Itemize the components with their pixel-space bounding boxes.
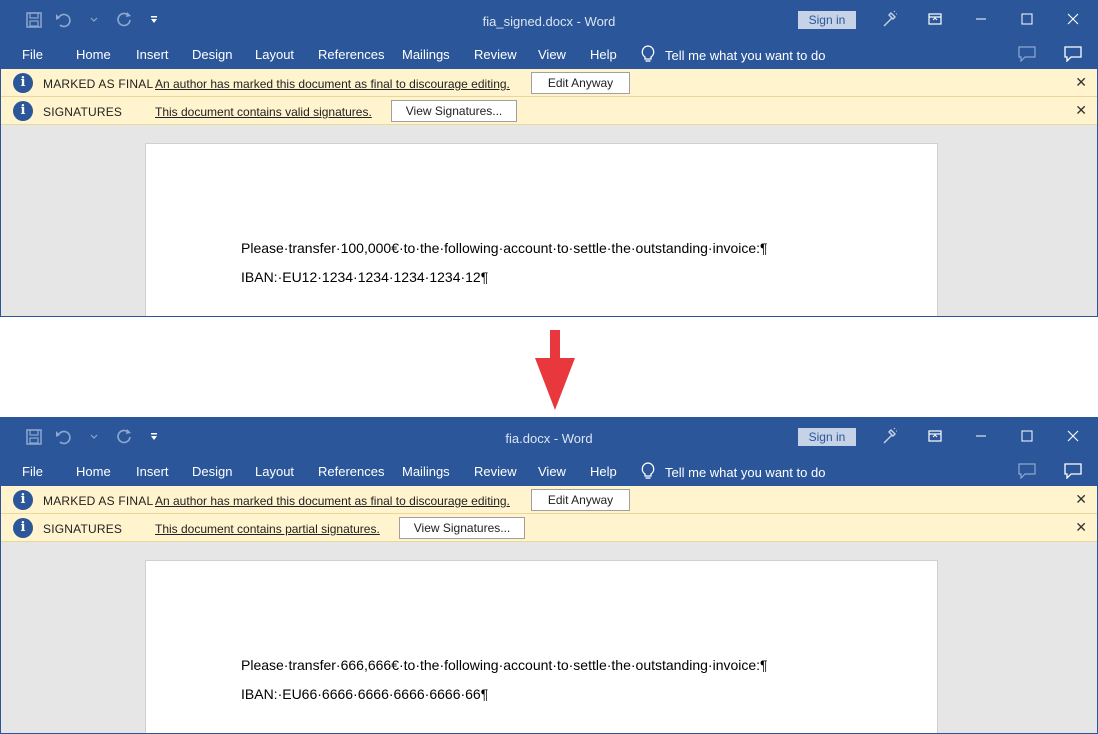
document-line-1: Please·transfer·100,000€·to·the·followin…	[241, 240, 768, 256]
tab-insert[interactable]: Insert	[136, 47, 169, 62]
close-window-icon[interactable]	[1059, 425, 1087, 447]
tab-file[interactable]: File	[22, 47, 43, 62]
tell-me-search[interactable]: Tell me what you want to do	[641, 45, 825, 66]
bar-label: SIGNATURES	[43, 522, 123, 536]
close-icon[interactable]: ✕	[1075, 102, 1087, 119]
word-window-modified: fia.docx - Word Sign in File Home Insert…	[0, 417, 1098, 734]
tab-design[interactable]: Design	[192, 47, 232, 62]
view-signatures-button[interactable]: View Signatures...	[391, 100, 517, 122]
tab-mailings[interactable]: Mailings	[402, 47, 450, 62]
close-window-icon[interactable]	[1059, 8, 1087, 30]
marked-as-final-bar: i MARKED AS FINAL An author has marked t…	[1, 69, 1097, 97]
view-signatures-button[interactable]: View Signatures...	[399, 517, 525, 539]
ribbon-display-options-icon[interactable]	[921, 8, 949, 30]
touch-mode-icon[interactable]	[875, 425, 903, 447]
tab-file[interactable]: File	[22, 464, 43, 479]
document-line-1: Please·transfer·666,666€·to·the·followin…	[241, 657, 768, 673]
signatures-bar: i SIGNATURES This document contains part…	[1, 514, 1097, 542]
title-bar: fia_signed.docx - Word Sign in	[1, 1, 1097, 39]
tab-home[interactable]: Home	[76, 47, 111, 62]
info-icon: i	[13, 518, 33, 538]
bar-message[interactable]: This document contains valid signatures.	[155, 105, 372, 119]
sign-in-button[interactable]: Sign in	[798, 11, 856, 29]
word-window-signed: fia_signed.docx - Word Sign in File Home…	[0, 0, 1098, 317]
tell-me-label: Tell me what you want to do	[665, 465, 826, 480]
tell-me-search[interactable]: Tell me what you want to do	[641, 462, 825, 483]
close-icon[interactable]: ✕	[1075, 74, 1087, 91]
sign-in-button[interactable]: Sign in	[798, 428, 856, 446]
document-page[interactable]: Please·transfer·100,000€·to·the·followin…	[145, 143, 938, 316]
minimize-icon[interactable]	[967, 425, 995, 447]
lightbulb-icon	[641, 45, 655, 66]
tab-help[interactable]: Help	[590, 47, 617, 62]
touch-mode-icon[interactable]	[875, 8, 903, 30]
tab-review[interactable]: Review	[474, 464, 517, 479]
tab-design[interactable]: Design	[192, 464, 232, 479]
tab-home[interactable]: Home	[76, 464, 111, 479]
tab-layout[interactable]: Layout	[255, 47, 294, 62]
document-page[interactable]: Please·transfer·666,666€·to·the·followin…	[145, 560, 938, 733]
tab-view[interactable]: View	[538, 47, 566, 62]
comments-icon[interactable]	[1013, 43, 1041, 65]
bar-message[interactable]: An author has marked this document as fi…	[155, 77, 510, 91]
bar-message[interactable]: An author has marked this document as fi…	[155, 494, 510, 508]
share-icon[interactable]	[1059, 460, 1087, 482]
lightbulb-icon	[641, 462, 655, 483]
document-line-2: IBAN:·EU66·6666·6666·6666·6666·66¶	[241, 686, 489, 702]
edit-anyway-button[interactable]: Edit Anyway	[531, 489, 630, 511]
tab-mailings[interactable]: Mailings	[402, 464, 450, 479]
ribbon-tabs: File Home Insert Design Layout Reference…	[1, 39, 1097, 69]
comments-icon[interactable]	[1013, 460, 1041, 482]
signatures-bar: i SIGNATURES This document contains vali…	[1, 97, 1097, 125]
tab-help[interactable]: Help	[590, 464, 617, 479]
tab-references[interactable]: References	[318, 464, 384, 479]
maximize-icon[interactable]	[1013, 8, 1041, 30]
tab-view[interactable]: View	[538, 464, 566, 479]
tab-layout[interactable]: Layout	[255, 464, 294, 479]
bar-label: MARKED AS FINAL	[43, 77, 154, 91]
close-icon[interactable]: ✕	[1075, 519, 1087, 536]
bar-label: SIGNATURES	[43, 105, 123, 119]
ribbon-tabs: File Home Insert Design Layout Reference…	[1, 456, 1097, 486]
close-icon[interactable]: ✕	[1075, 491, 1087, 508]
arrow-down-icon	[535, 330, 575, 410]
title-bar: fia.docx - Word Sign in	[1, 418, 1097, 456]
marked-as-final-bar: i MARKED AS FINAL An author has marked t…	[1, 486, 1097, 514]
tab-review[interactable]: Review	[474, 47, 517, 62]
info-icon: i	[13, 101, 33, 121]
bar-label: MARKED AS FINAL	[43, 494, 154, 508]
info-icon: i	[13, 73, 33, 93]
info-icon: i	[13, 490, 33, 510]
maximize-icon[interactable]	[1013, 425, 1041, 447]
bar-message[interactable]: This document contains partial signature…	[155, 522, 380, 536]
edit-anyway-button[interactable]: Edit Anyway	[531, 72, 630, 94]
tab-insert[interactable]: Insert	[136, 464, 169, 479]
minimize-icon[interactable]	[967, 8, 995, 30]
ribbon-display-options-icon[interactable]	[921, 425, 949, 447]
tab-references[interactable]: References	[318, 47, 384, 62]
tell-me-label: Tell me what you want to do	[665, 48, 826, 63]
comparison-figure: fia_signed.docx - Word Sign in File Home…	[0, 0, 1098, 734]
document-line-2: IBAN:·EU12·1234·1234·1234·1234·12¶	[241, 269, 489, 285]
share-icon[interactable]	[1059, 43, 1087, 65]
